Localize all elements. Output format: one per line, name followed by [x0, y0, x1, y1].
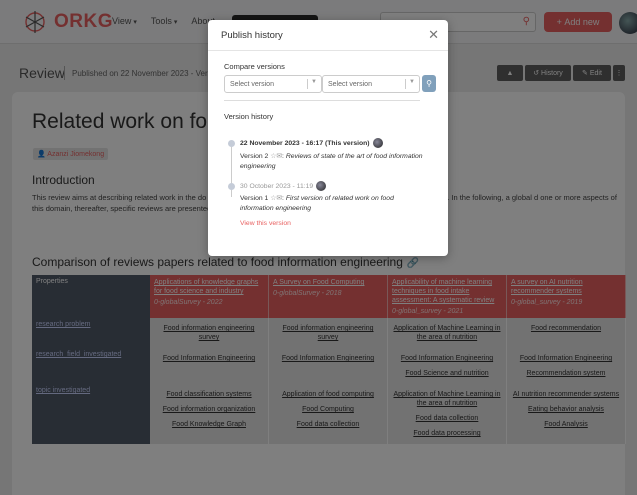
version-select-from[interactable]: Select version ▼ [224, 75, 322, 93]
chevron-down-icon: ▼ [311, 79, 317, 85]
version-date: 22 November 2023 - 16:17 (This version) [240, 138, 383, 148]
search-icon: ⚲ [426, 79, 432, 88]
version-note: Reviews of state of the art of food info… [240, 153, 423, 170]
select-divider [405, 79, 406, 89]
compare-versions-row: Select version ▼ Select version ▼ ⚲ [224, 75, 436, 93]
comment-icon: ✉ [276, 153, 283, 160]
compare-button[interactable]: ⚲ [422, 75, 436, 92]
version-number: Version 2 [240, 153, 269, 160]
version-description: Version 2 ☆✉: Reviews of state of the ar… [240, 153, 423, 170]
version-date-text: 22 November 2023 - 16:17 (This version) [240, 139, 370, 147]
close-icon[interactable]: ✕ [428, 27, 439, 43]
timeline-dot [228, 183, 235, 190]
chevron-down-icon: ▼ [409, 79, 415, 85]
modal-header: Publish history ✕ [208, 20, 448, 51]
version-number: Version 1 [240, 195, 269, 202]
compare-versions-label: Compare versions [224, 62, 285, 71]
publish-history-modal: Publish history ✕ Compare versions Selec… [208, 20, 448, 256]
version-description: Version 1 ☆✉: First version of related w… [240, 195, 394, 212]
timeline-dot [228, 140, 235, 147]
version-history-label: Version history [224, 112, 274, 121]
version-date: 30 October 2023 - 11:19 [240, 181, 327, 191]
select-placeholder: Select version [230, 80, 274, 88]
version-date-text: 30 October 2023 - 11:19 [240, 182, 314, 190]
modal-title: Publish history [221, 30, 283, 41]
select-divider [307, 79, 308, 89]
view-version-link[interactable]: View this version [240, 220, 291, 227]
divider [224, 100, 420, 101]
avatar [372, 138, 383, 148]
avatar [316, 181, 327, 191]
comment-icon: ✉ [276, 195, 283, 202]
version-select-to[interactable]: Select version ▼ [322, 75, 420, 93]
select-placeholder: Select version [328, 80, 372, 88]
